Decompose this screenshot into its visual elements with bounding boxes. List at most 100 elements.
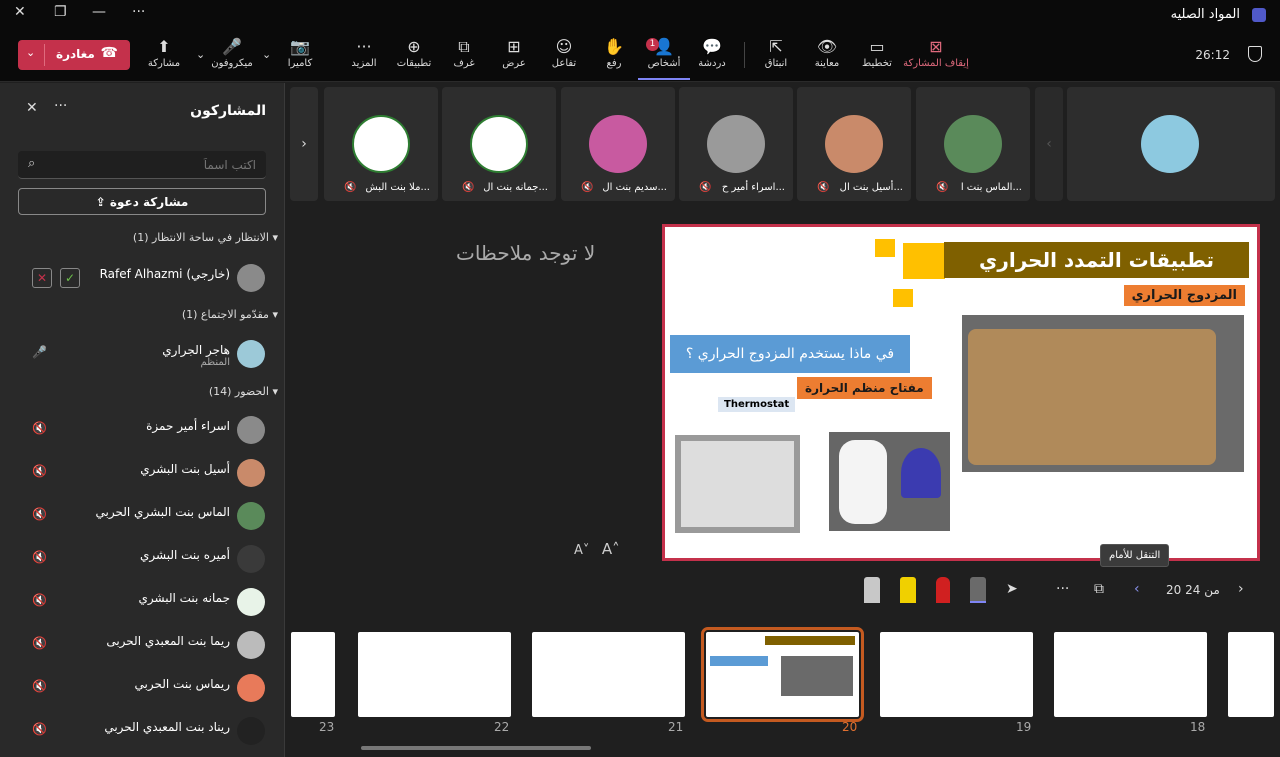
slide-title: تطبيقات التمدد الحراري <box>944 242 1249 278</box>
video-tile[interactable]: 🔇 ملا بنت البش... <box>324 87 438 201</box>
chevron-down-icon[interactable]: ⌄ <box>26 46 35 59</box>
close-panel-icon[interactable]: ✕ <box>26 100 38 116</box>
apps-button[interactable]: ⊕ تطبيقات <box>388 36 440 80</box>
attendees-header[interactable]: الحضور (14) ▾ <box>209 385 278 398</box>
attendee-row[interactable]: 🔇 ريماس بنت الحربي <box>0 667 285 709</box>
stop-sharing-button[interactable]: ⊠ إيقاف المشاركة <box>902 36 970 80</box>
slide-thumbnail-21[interactable] <box>532 632 685 717</box>
slide-counter: 20 من 24 <box>1166 583 1220 597</box>
video-tile[interactable]: 🔇 جمانه بنت ال... <box>442 87 556 201</box>
camera-button[interactable]: 📷 كاميرا <box>274 36 326 80</box>
mic-options-chevron-icon[interactable]: ⌄ <box>196 48 205 61</box>
chevron-left-icon[interactable]: ‹ <box>1035 87 1063 201</box>
layout-button[interactable]: ▭ تخطيط <box>851 36 903 80</box>
mic-off-icon: 🔇 <box>581 182 594 193</box>
pointer-icon[interactable]: ➤ <box>1006 581 1018 597</box>
leave-button[interactable]: ⌄ مغادرة ☎ <box>18 40 130 70</box>
slide-sorter-icon[interactable]: ⧉ <box>1094 581 1104 597</box>
next-slide-icon[interactable]: › <box>1238 581 1244 597</box>
share-invite-icon: ⇪ <box>95 194 110 209</box>
raise-hand-button[interactable]: ✋ رفع <box>588 36 640 80</box>
self-video-tile[interactable] <box>1067 87 1275 201</box>
participant-name: أميره بنت البشري <box>140 548 230 562</box>
laser-pointer-icon[interactable] <box>970 577 986 603</box>
lobby-header[interactable]: الانتظار في ساحة الانتظار (1) ▾ <box>133 231 278 244</box>
apps-icon: ⊕ <box>407 37 421 56</box>
slide-thumbnail-23[interactable] <box>291 632 335 717</box>
eraser-icon[interactable] <box>864 577 880 603</box>
mic-off-icon: 🔇 <box>32 550 47 564</box>
slide-keyword: مفتاح منظم الحرارة <box>797 377 932 399</box>
attendee-row[interactable]: 🔇 أسيل بنت البشري <box>0 452 285 494</box>
avatar <box>237 264 265 292</box>
video-tile[interactable]: 🔇 اسراء أمير ح... <box>679 87 793 201</box>
video-tile[interactable]: 🔇 الماس بنت ا... <box>916 87 1030 201</box>
people-button[interactable]: 👤 أشخاص 1 <box>638 36 690 80</box>
slide-thumbnail-22[interactable] <box>358 632 511 717</box>
thumbnail-number: 23 <box>319 720 335 734</box>
video-tile[interactable]: 🔇 أسيل بنت ال... <box>797 87 911 201</box>
slide-thumbnail-18[interactable] <box>1054 632 1207 717</box>
chat-icon: 💬 <box>702 37 722 56</box>
attendee-row[interactable]: 🔇 ريما بنت المعبدي الحربى <box>0 624 285 666</box>
attendee-row[interactable]: 🔇 جمانه بنت البشري <box>0 581 285 623</box>
react-button[interactable]: ☺ تفاعل <box>538 36 590 80</box>
more-controls-icon[interactable]: ··· <box>1056 581 1069 597</box>
meeting-timer: 26:12 <box>1195 48 1230 62</box>
preview-button[interactable]: 👁 معاينة <box>801 36 853 80</box>
font-increase-button[interactable]: A˄ <box>602 540 620 558</box>
slide-thumbnail-17[interactable] <box>1228 632 1274 717</box>
title-bar: ✕ ❐ — ··· المواد الصليه <box>0 0 1280 30</box>
minimize-window-button[interactable]: — <box>92 4 106 20</box>
participant-search[interactable]: ⌕ <box>18 151 266 179</box>
restore-window-button[interactable]: ❐ <box>54 4 67 20</box>
slide-thermostat-label: Thermostat <box>718 397 796 412</box>
pen-red-icon[interactable] <box>936 577 950 603</box>
slide-subtitle: المزدوج الحراري <box>1123 285 1245 306</box>
deny-icon[interactable]: ✕ <box>32 268 52 288</box>
highlighter-icon[interactable] <box>900 577 916 603</box>
more-button[interactable]: ··· المزيد <box>338 36 390 80</box>
popout-button[interactable]: ⇱ انبثاق <box>750 36 802 80</box>
rooms-button[interactable]: ⧉ غرف <box>438 36 490 80</box>
avatar <box>237 340 265 368</box>
panel-title: المشاركون <box>190 103 266 119</box>
chat-button[interactable]: 💬 دردشة <box>686 36 738 80</box>
camera-off-icon: 📷 <box>290 37 310 56</box>
presenter-row[interactable]: 🎤 هاجر الجراري المنظم <box>0 333 285 375</box>
share-button[interactable]: ⬆ مشاركة <box>138 36 190 80</box>
avatar <box>352 115 410 173</box>
attendee-row[interactable]: 🔇 ريناد بنت المعبدي الحربي <box>0 710 285 752</box>
close-window-button[interactable]: ✕ <box>14 4 26 20</box>
attendee-row[interactable]: 🔇 أميره بنت البشري <box>0 538 285 580</box>
chevron-right-icon[interactable]: › <box>290 87 318 201</box>
thumbnail-scrollbar[interactable] <box>361 746 591 750</box>
view-button[interactable]: ⊞ عرض <box>488 36 540 80</box>
avatar <box>237 674 265 702</box>
thumbnail-number: 18 <box>1190 720 1206 734</box>
participant-name: Rafef Alhazmi (خارجي) <box>99 267 230 281</box>
font-decrease-button[interactable]: A˅ <box>574 543 589 558</box>
attendee-row[interactable]: 🔇 اسراء أمير حمزة <box>0 409 285 451</box>
microphone-button[interactable]: 🎤 ميكروفون <box>206 36 258 80</box>
admit-icon[interactable]: ✓ <box>60 268 80 288</box>
camera-options-chevron-icon[interactable]: ⌄ <box>262 48 271 61</box>
avatar <box>237 717 265 745</box>
slide-thumbnail-20[interactable] <box>701 627 864 722</box>
mic-off-icon: 🔇 <box>32 593 47 607</box>
presenters-header[interactable]: مقدّمو الاجتماع (1) ▾ <box>182 308 278 321</box>
search-input[interactable] <box>56 151 256 179</box>
avatar <box>237 416 265 444</box>
avatar <box>237 588 265 616</box>
panel-more-icon[interactable]: ··· <box>54 98 67 114</box>
slide-thumbnail-19[interactable] <box>880 632 1033 717</box>
more-options-button[interactable]: ··· <box>132 4 145 20</box>
participant-name: ريما بنت المعبدي الحربى <box>106 634 230 648</box>
share-invite-button[interactable]: ⇪ مشاركة دعوة <box>18 188 266 215</box>
attendee-row[interactable]: 🔇 الماس بنت البشري الحربي <box>0 495 285 537</box>
thumbnail-number: 19 <box>1016 720 1032 734</box>
shared-slide[interactable]: تطبيقات التمدد الحراري المزدوج الحراري ف… <box>662 224 1260 561</box>
slide-question: في ماذا يستخدم المزدوج الحراري ؟ <box>670 335 910 373</box>
video-tile[interactable]: 🔇 سديم بنت ال... <box>561 87 675 201</box>
previous-slide-icon[interactable]: ‹ <box>1134 581 1140 597</box>
